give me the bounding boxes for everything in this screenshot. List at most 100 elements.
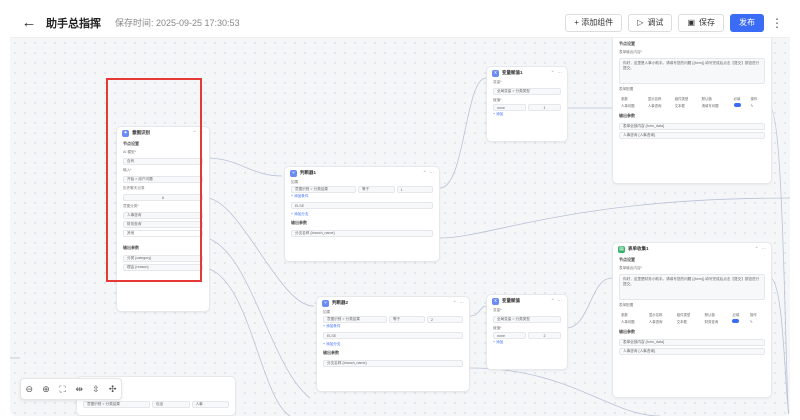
edge xyxy=(205,237,311,399)
node-more-icon[interactable]: ⋯ xyxy=(762,246,767,252)
node-more-icon[interactable]: ⋯ xyxy=(460,300,465,306)
condition-variable[interactable]: 意图识别 > 分类结果 xyxy=(323,316,387,323)
collapse-icon[interactable]: ⌃ xyxy=(423,170,427,176)
assign-value[interactable]: 2 xyxy=(528,332,561,339)
variable-select[interactable]: 全局变量 > 分类类型 xyxy=(493,88,561,95)
publish-button[interactable]: 发布 xyxy=(730,13,764,32)
highlight-box xyxy=(106,78,202,282)
node-title: 表单收集1 xyxy=(628,246,649,251)
prompt-label: 表单输出内容* xyxy=(619,50,642,54)
zoom-out-icon[interactable]: ⊖ xyxy=(22,384,36,395)
prompt-label: 表单输出内容* xyxy=(619,266,642,270)
else-branch: ELSE xyxy=(291,202,433,209)
output-label: 输出参数 xyxy=(619,113,635,118)
add-component-button[interactable]: + 添加组件 xyxy=(565,13,623,32)
output-label: 输出参数 xyxy=(323,350,339,355)
canvas-toolbar: ⊖ ⊕ ⛶ ⇹ ⇳ ✣ xyxy=(20,378,122,400)
play-icon: ▷ xyxy=(637,18,644,27)
align-vertical-icon[interactable]: ⇳ xyxy=(89,384,103,395)
condition-variable[interactable]: 意图识别 > 分类结果 xyxy=(83,401,150,408)
variable-label: 变量* xyxy=(493,80,502,84)
add-condition-link[interactable]: + 添加条件 xyxy=(317,323,469,330)
node-title: 判断器2 xyxy=(332,300,349,305)
variable-label: 变量* xyxy=(493,308,502,312)
collapse-icon[interactable]: ⌃ xyxy=(755,246,759,252)
add-link[interactable]: + 添加 xyxy=(487,111,567,118)
condition-node-2[interactable]: ⑂ 判断器2 ⌃ ⋯ 如果 意图识别 > 分类结果 等于 2 + 添加条件 ELSE … xyxy=(316,296,470,392)
collapse-icon[interactable]: ⌃ xyxy=(453,300,457,306)
condition-value[interactable]: 1 xyxy=(396,186,433,193)
edit-icon[interactable]: ✎ xyxy=(748,318,765,325)
branch-icon: ⑂ xyxy=(322,299,329,307)
node-more-icon[interactable]: ⋯ xyxy=(558,70,563,76)
if-label: 如果 xyxy=(291,180,299,184)
assign-value[interactable]: 1 xyxy=(528,104,561,111)
else-branch: ELSE xyxy=(323,332,463,339)
save-icon: ▣ xyxy=(687,18,695,27)
node-title: 判断器1 xyxy=(300,170,317,175)
node-title: 变量赋值 xyxy=(502,298,520,303)
back-icon[interactable]: ← xyxy=(18,12,40,34)
save-button[interactable]: ▣ 保存 xyxy=(678,13,724,32)
form-config-table: 参数 显示名称 组件类型 默认值 必填 操作 人事问题 人事咨询 文本框 财务查询 ✎ xyxy=(619,311,765,325)
edit-icon[interactable]: ✎ xyxy=(748,102,765,109)
form-node-1[interactable]: 节点设置 表单输出内容* 你好，这里是人事小助手。请填写您的问题 {{form}… xyxy=(612,38,772,184)
assign-node-1[interactable]: x 变量赋值1 ⌃ ⋯ 变量* 全局变量 > 分类类型 赋值* none 1 + 添加 xyxy=(486,66,568,142)
assign-node-2[interactable]: x 变量赋值 ⌃ ⋯ 变量* 全局变量 > 分类类型 赋值* none 2 + 添加 xyxy=(486,294,568,370)
add-link[interactable]: + 添加 xyxy=(487,339,567,346)
edge xyxy=(439,77,487,189)
align-horizontal-icon[interactable]: ⇹ xyxy=(72,384,86,395)
variable-icon: x xyxy=(492,297,499,305)
section-title: 节点设置 xyxy=(619,257,635,262)
condition-value[interactable]: 人事 xyxy=(191,401,229,408)
table-label: 表单配置 xyxy=(619,303,634,307)
value-label: 赋值* xyxy=(493,326,502,330)
edge xyxy=(439,197,790,239)
condition-operator[interactable]: 包含 xyxy=(152,401,190,408)
add-branch-link[interactable]: + 添加分支 xyxy=(285,211,439,218)
edge xyxy=(769,277,790,416)
condition-operator[interactable]: 等于 xyxy=(358,186,395,193)
if-label: 如果 xyxy=(323,310,331,314)
collapse-icon[interactable]: ⌃ xyxy=(551,298,555,304)
condition-value[interactable]: 2 xyxy=(427,316,463,323)
prompt-textarea[interactable]: 你好，这里是人事小助手。请填写您的问题 {{form}} 填写完成后点击【提交】… xyxy=(619,58,765,84)
condition-variable[interactable]: 意图识别 > 分类结果 xyxy=(291,186,356,193)
auto-layout-icon[interactable]: ✣ xyxy=(106,384,120,395)
table-label: 表单配置 xyxy=(619,87,634,91)
node-more-icon[interactable]: ⋯ xyxy=(558,298,563,304)
output-field: 分支名称 {branch_name} xyxy=(323,360,463,367)
edge xyxy=(769,107,789,416)
table-row: 人事问题 人事咨询 文本框 财务查询 ✎ xyxy=(619,318,765,325)
output-field: 表单全部内容 {form_data} xyxy=(619,123,765,130)
edge xyxy=(469,305,487,317)
node-more-icon[interactable]: ⋯ xyxy=(430,170,435,176)
output-label: 输出参数 xyxy=(619,329,635,334)
assign-mode[interactable]: none xyxy=(493,104,526,111)
edge xyxy=(205,157,283,177)
form-icon: ▤ xyxy=(618,245,625,253)
collapse-icon[interactable]: ⌃ xyxy=(551,70,555,76)
add-condition-link[interactable]: + 添加条件 xyxy=(285,193,439,200)
app-window: ← 助手总指挥 保存时间: 2025-09-25 17:30:53 + 添加组件… xyxy=(0,0,800,420)
output-field: 分支名称 {branch_name} xyxy=(291,230,433,237)
output-field: 人事咨询 {人事咨询} xyxy=(619,348,765,355)
zoom-in-icon[interactable]: ⊕ xyxy=(39,384,53,395)
prompt-textarea[interactable]: 你好，这里是财务小助手。请填写您的问题 {{form}} 填写完成后点击【提交】… xyxy=(619,274,765,300)
fit-view-icon[interactable]: ⛶ xyxy=(56,384,70,395)
condition-node-1[interactable]: ⑂ 判断器1 ⌃ ⋯ 如果 意图识别 > 分类结果 等于 1 + 添加条件 ELSE … xyxy=(284,166,440,262)
condition-operator[interactable]: 等于 xyxy=(389,316,425,323)
debug-button[interactable]: ▷ 调试 xyxy=(628,13,673,32)
variable-select[interactable]: 全局变量 > 分类类型 xyxy=(493,316,561,323)
publish-label: 发布 xyxy=(739,18,755,27)
output-label: 输出参数 xyxy=(291,220,307,225)
form-config-table: 参数 显示名称 组件类型 默认值 必填 操作 人事问题 人事咨询 文本框 请填写问题 ✎ xyxy=(619,95,765,109)
required-toggle[interactable] xyxy=(733,103,741,107)
required-toggle[interactable] xyxy=(732,319,740,323)
assign-mode[interactable]: none xyxy=(493,332,526,339)
more-icon[interactable]: ⋮ xyxy=(770,16,784,30)
edge xyxy=(565,277,613,329)
add-branch-link[interactable]: + 添加分支 xyxy=(317,341,469,348)
add-component-label: + 添加组件 xyxy=(574,18,614,27)
form-node-2[interactable]: ▤ 表单收集1 ⌃ ⋯ 节点设置 表单输出内容* 你好，这里是财务小助手。请填写您的问… xyxy=(612,242,772,398)
